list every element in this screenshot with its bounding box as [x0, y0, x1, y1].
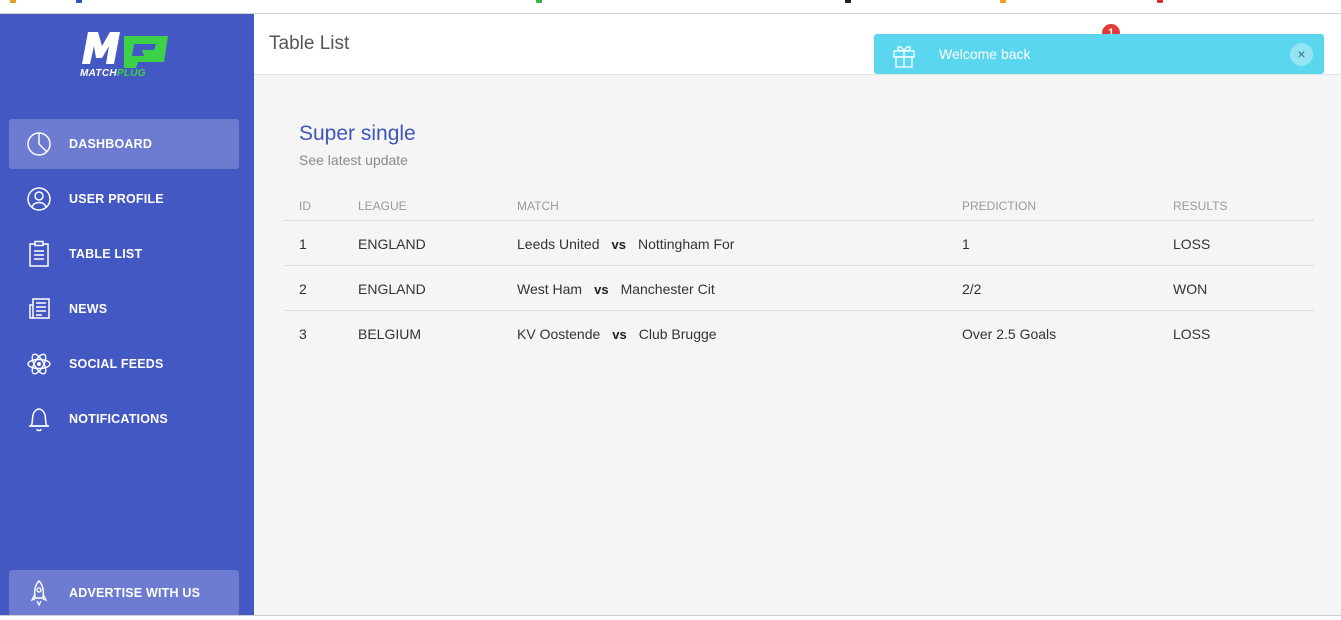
- newspaper-icon: [24, 294, 54, 324]
- sidebar-item-label: NOTIFICATIONS: [69, 412, 168, 426]
- sidebar-item-notifications[interactable]: NOTIFICATIONS: [9, 394, 239, 444]
- vs-label: vs: [612, 327, 627, 342]
- sidebar: MATCHPLUG DASHBOARD USER PROFILE TABLE L…: [0, 14, 254, 616]
- cell-id: 1: [299, 236, 307, 252]
- card-subtitle: See latest update: [299, 152, 408, 168]
- column-header-prediction: PREDICTION: [962, 199, 1037, 213]
- sidebar-item-news[interactable]: NEWS: [9, 284, 239, 334]
- advertise-label: ADVERTISE WITH US: [69, 586, 201, 600]
- sidebar-item-label: DASHBOARD: [69, 137, 153, 151]
- cell-league: ENGLAND: [358, 281, 426, 297]
- sidebar-item-label: SOCIAL FEEDS: [69, 357, 164, 371]
- cell-prediction: 2/2: [962, 281, 982, 297]
- away-team: Manchester Cit: [620, 281, 715, 297]
- cell-match: Leeds United vs Nottingham For: [517, 236, 734, 252]
- sidebar-item-table-list[interactable]: TABLE LIST: [9, 229, 239, 279]
- cell-result: WON: [1173, 281, 1208, 297]
- rocket-icon: [24, 578, 54, 608]
- home-team: Leeds United: [517, 236, 600, 252]
- sidebar-item-label: TABLE LIST: [69, 247, 143, 261]
- table-row: 3 BELGIUM KV Oostende vs Club Brugge Over …: [284, 311, 1314, 356]
- sidebar-item-user-profile[interactable]: USER PROFILE: [9, 174, 239, 224]
- user-icon: [24, 184, 54, 214]
- page-title: Table List: [269, 33, 350, 54]
- column-header-match: MATCH: [517, 199, 559, 213]
- cell-id: 2: [299, 281, 307, 297]
- cell-match: KV Oostende vs Club Brugge: [517, 326, 717, 342]
- cell-league: BELGIUM: [358, 326, 422, 342]
- sidebar-item-dashboard[interactable]: DASHBOARD: [9, 119, 239, 169]
- away-team: Nottingham For: [637, 236, 735, 252]
- gift-icon: [893, 45, 915, 68]
- cell-id: 3: [299, 326, 307, 342]
- cell-league: ENGLAND: [358, 236, 426, 252]
- browser-bottom-strip: [0, 615, 1341, 620]
- bell-icon: [24, 404, 54, 434]
- column-header-results: RESULTS: [1173, 199, 1228, 213]
- cell-prediction: 1: [962, 236, 970, 252]
- atom-icon: [24, 349, 54, 379]
- logo-wordmark: MATCHPLUG: [80, 68, 146, 79]
- vs-label: vs: [611, 237, 626, 252]
- column-header-league: LEAGUE: [358, 199, 407, 213]
- welcome-toast: Welcome back ×: [874, 34, 1324, 74]
- pie-chart-icon: [24, 129, 54, 159]
- vs-label: vs: [594, 282, 609, 297]
- cell-match: West Ham vs Manchester Cit: [517, 281, 715, 297]
- browser-bookmark-strip: [0, 0, 1341, 14]
- home-team: West Ham: [517, 281, 583, 297]
- toast-close-button[interactable]: ×: [1290, 43, 1313, 66]
- column-header-id: ID: [299, 199, 311, 213]
- away-team: Club Brugge: [638, 326, 717, 342]
- clipboard-icon: [24, 239, 54, 269]
- home-team: KV Oostende: [517, 326, 601, 342]
- advertise-button[interactable]: ADVERTISE WITH US: [9, 570, 239, 616]
- cell-result: LOSS: [1173, 326, 1211, 342]
- predictions-table: ID LEAGUE MATCH PREDICTION RESULTS 1 ENG…: [284, 190, 1314, 356]
- cell-result: LOSS: [1173, 236, 1211, 252]
- sidebar-item-label: USER PROFILE: [69, 192, 164, 206]
- cell-prediction: Over 2.5 Goals: [962, 326, 1057, 342]
- card-title: Super single: [299, 122, 416, 145]
- sidebar-item-label: NEWS: [69, 302, 108, 316]
- sidebar-item-social-feeds[interactable]: SOCIAL FEEDS: [9, 339, 239, 389]
- table-row: 1 ENGLAND Leeds United vs Nottingham For 1…: [284, 221, 1314, 266]
- toast-message: Welcome back: [939, 46, 1031, 62]
- table-row: 2 ENGLAND West Ham vs Manchester Cit 2/2 W…: [284, 266, 1314, 311]
- table-header-row: ID LEAGUE MATCH PREDICTION RESULTS: [284, 190, 1314, 221]
